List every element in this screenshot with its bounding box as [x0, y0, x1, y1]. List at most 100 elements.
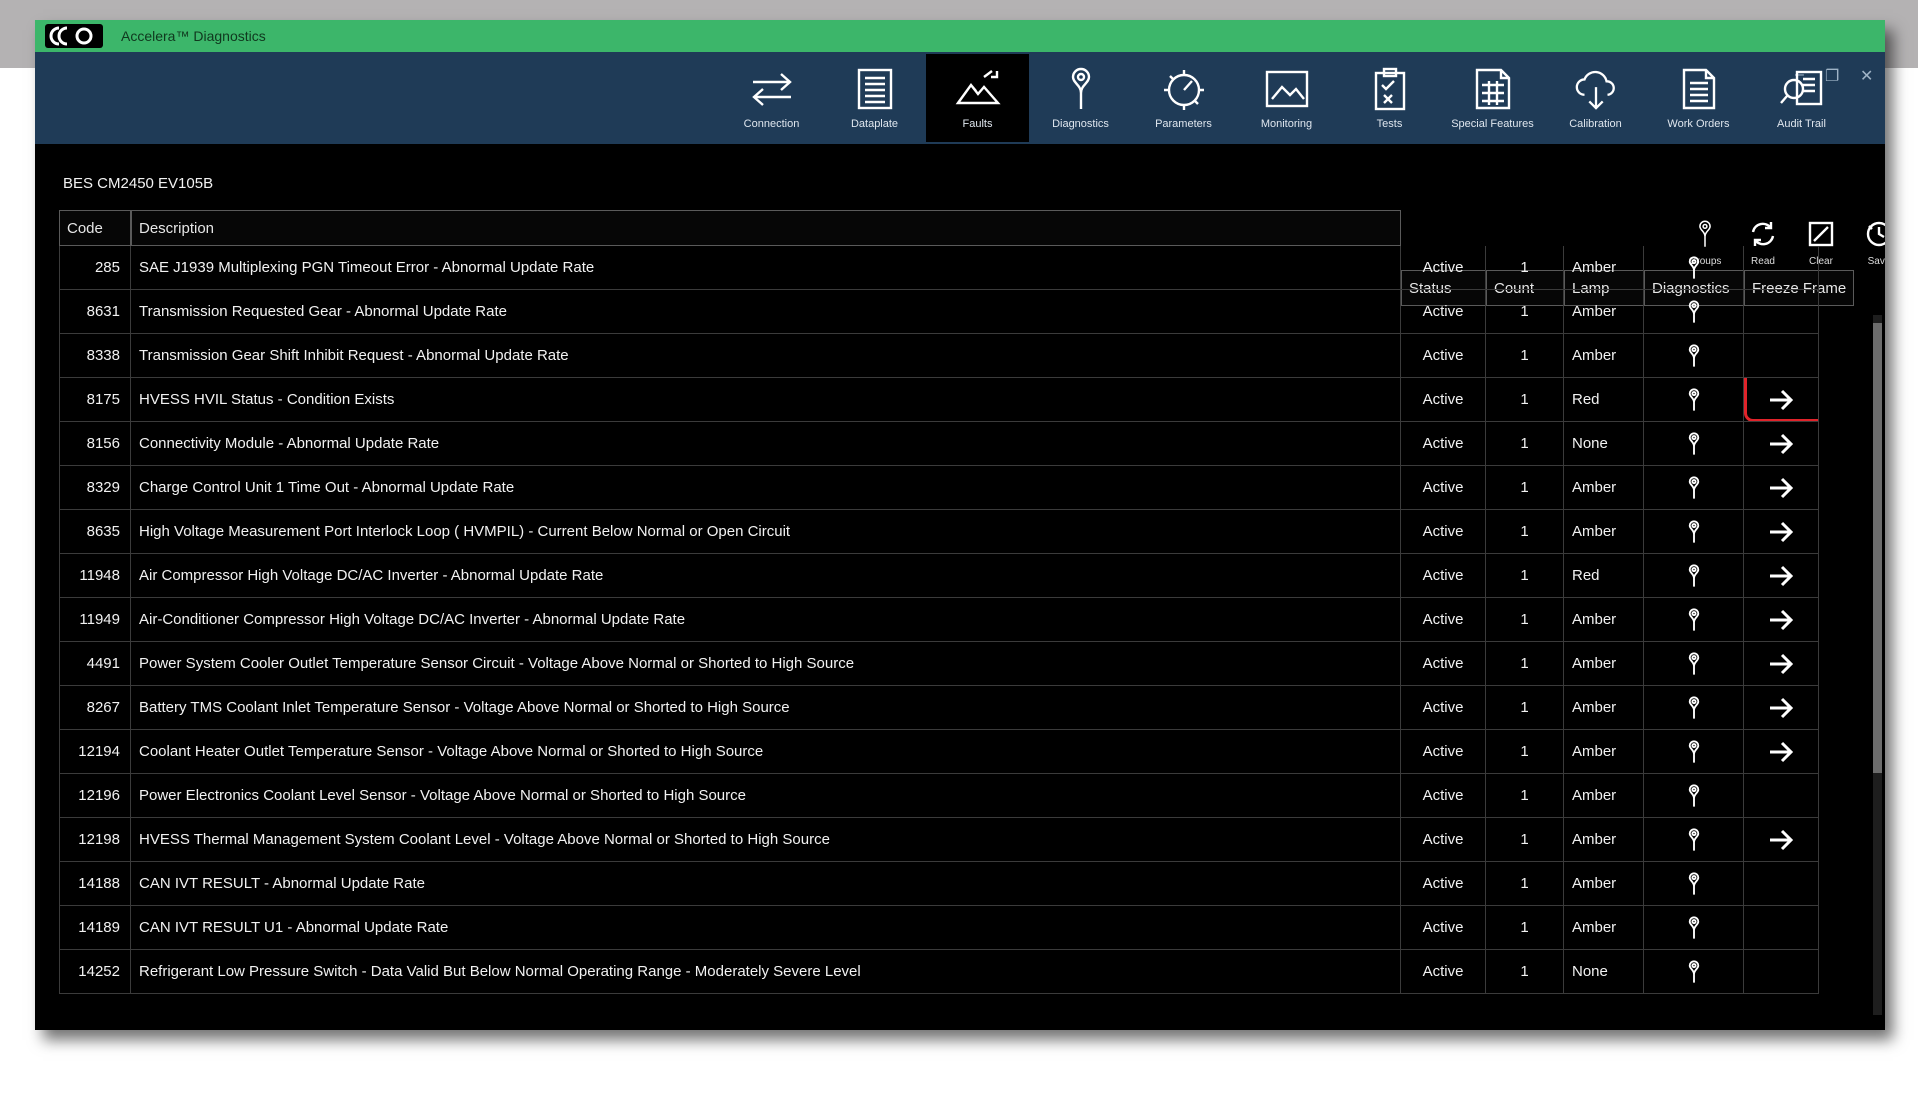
- freeze-frame-arrow-icon[interactable]: [1768, 642, 1794, 685]
- table-row[interactable]: 11948 Air Compressor High Voltage DC/AC I…: [59, 554, 1819, 598]
- table-row[interactable]: 8329 Charge Control Unit 1 Time Out - Abn…: [59, 466, 1819, 510]
- freeze-frame-arrow-icon[interactable]: [1768, 422, 1794, 465]
- diagnostics-probe-icon[interactable]: [1686, 828, 1702, 851]
- toolbar-label: Special Features: [1451, 118, 1534, 130]
- status-cell: Active: [1401, 334, 1486, 377]
- table-row[interactable]: 14252 Refrigerant Low Pressure Switch - D…: [59, 950, 1819, 994]
- table-row[interactable]: 8156 Connectivity Module - Abnormal Updat…: [59, 422, 1819, 466]
- status-cell: Active: [1401, 598, 1486, 641]
- freeze-frame-arrow-icon[interactable]: [1768, 554, 1794, 597]
- count-cell: 1: [1486, 642, 1564, 685]
- status-cell: Active: [1401, 906, 1486, 949]
- diagnostics-probe-icon[interactable]: [1686, 476, 1702, 499]
- table-row[interactable]: 285 SAE J1939 Multiplexing PGN Timeout Er…: [59, 246, 1819, 290]
- toolbar-tests-button[interactable]: Tests: [1338, 54, 1441, 142]
- table-row[interactable]: 12196 Power Electronics Coolant Level Sen…: [59, 774, 1819, 818]
- table-row[interactable]: 14188 CAN IVT RESULT - Abnormal Update Ra…: [59, 862, 1819, 906]
- diagnostics-probe-icon[interactable]: [1686, 652, 1702, 675]
- freeze-frame-cell: [1744, 378, 1819, 421]
- table-row[interactable]: 8267 Battery TMS Coolant Inlet Temperatur…: [59, 686, 1819, 730]
- toolbar-monitoring-button[interactable]: Monitoring: [1235, 54, 1338, 142]
- code-cell: 285: [59, 246, 131, 289]
- toolbar-faults-button[interactable]: Faults: [926, 54, 1029, 142]
- diagnostics-cell: [1644, 730, 1744, 773]
- freeze-frame-cell: [1744, 818, 1819, 861]
- scrollbar-thumb[interactable]: [1873, 323, 1882, 773]
- lamp-cell: Amber: [1564, 686, 1644, 729]
- lamp-cell: None: [1564, 422, 1644, 465]
- freeze-frame-cell: [1744, 730, 1819, 773]
- toolbar-workorders-button[interactable]: Work Orders: [1647, 54, 1750, 142]
- code-cell: 8175: [59, 378, 131, 421]
- freeze-frame-cell: [1744, 906, 1819, 949]
- count-cell: 1: [1486, 598, 1564, 641]
- diagnostics-probe-icon[interactable]: [1686, 784, 1702, 807]
- table-row[interactable]: 12198 HVESS Thermal Management System Coo…: [59, 818, 1819, 862]
- toolbar-calibration-button[interactable]: Calibration: [1544, 54, 1647, 142]
- table-scrollbar[interactable]: [1873, 315, 1882, 1015]
- table-row[interactable]: 8338 Transmission Gear Shift Inhibit Requ…: [59, 334, 1819, 378]
- diagnostics-probe-icon[interactable]: [1686, 344, 1702, 367]
- lamp-cell: Amber: [1564, 510, 1644, 553]
- description-cell: CAN IVT RESULT U1 - Abnormal Update Rate: [131, 906, 1401, 949]
- table-row[interactable]: 11949 Air-Conditioner Compressor High Vol…: [59, 598, 1819, 642]
- lamp-cell: Amber: [1564, 598, 1644, 641]
- toolbar-label: Diagnostics: [1052, 118, 1109, 130]
- toolbar-parameters-button[interactable]: Parameters: [1132, 54, 1235, 142]
- diagnostics-probe-icon[interactable]: [1686, 608, 1702, 631]
- column-header-description[interactable]: Description: [131, 210, 1401, 246]
- diagnostics-probe-icon[interactable]: [1686, 388, 1702, 411]
- diagnostics-probe-icon[interactable]: [1686, 872, 1702, 895]
- code-cell: 14252: [59, 950, 131, 993]
- diagnostics-probe-icon[interactable]: [1686, 564, 1702, 587]
- freeze-frame-arrow-icon[interactable]: [1768, 730, 1794, 773]
- toolbar-label: Work Orders: [1667, 118, 1730, 130]
- freeze-frame-arrow-icon[interactable]: [1768, 818, 1794, 861]
- column-header-code[interactable]: Code: [59, 210, 131, 246]
- lamp-cell: Amber: [1564, 466, 1644, 509]
- table-row[interactable]: 8175 HVESS HVIL Status - Condition Exists…: [59, 378, 1819, 422]
- freeze-frame-cell: [1744, 290, 1819, 333]
- table-row[interactable]: 14189 CAN IVT RESULT U1 - Abnormal Update…: [59, 906, 1819, 950]
- connection-arrows-icon: [749, 66, 795, 112]
- diagnostics-cell: [1644, 686, 1744, 729]
- diagnostics-cell: [1644, 378, 1744, 421]
- diagnostics-cell: [1644, 510, 1744, 553]
- table-row[interactable]: 4491 Power System Cooler Outlet Temperatu…: [59, 642, 1819, 686]
- diagnostics-probe-icon[interactable]: [1686, 916, 1702, 939]
- freeze-frame-arrow-icon[interactable]: [1768, 466, 1794, 509]
- diagnostics-probe-icon[interactable]: [1686, 300, 1702, 323]
- freeze-frame-arrow-icon[interactable]: [1744, 378, 1818, 421]
- freeze-frame-arrow-icon[interactable]: [1768, 510, 1794, 553]
- diagnostics-probe-icon[interactable]: [1686, 432, 1702, 455]
- code-cell: 8631: [59, 290, 131, 333]
- freeze-frame-arrow-icon[interactable]: [1768, 598, 1794, 641]
- toolbar-special-button[interactable]: Special Features: [1441, 54, 1544, 142]
- toolbar-connection-button[interactable]: Connection: [720, 54, 823, 142]
- table-row[interactable]: 12194 Coolant Heater Outlet Temperature S…: [59, 730, 1819, 774]
- freeze-frame-arrow-icon[interactable]: [1768, 686, 1794, 729]
- table-row[interactable]: 8631 Transmission Requested Gear - Abnorm…: [59, 290, 1819, 334]
- diagnostics-probe-icon[interactable]: [1686, 960, 1702, 983]
- diagnostics-probe-icon[interactable]: [1686, 520, 1702, 543]
- toolbar-dataplate-button[interactable]: Dataplate: [823, 54, 926, 142]
- code-cell: 8156: [59, 422, 131, 465]
- freeze-frame-cell: [1744, 510, 1819, 553]
- diagnostics-probe-icon[interactable]: [1686, 740, 1702, 763]
- save-clock-icon: [1865, 220, 1885, 256]
- toolbar-label: Tests: [1376, 118, 1403, 130]
- lamp-cell: Red: [1564, 554, 1644, 597]
- diagnostics-probe-icon[interactable]: [1686, 696, 1702, 719]
- work-orders-document-icon: [1676, 66, 1722, 112]
- code-cell: 8329: [59, 466, 131, 509]
- lamp-cell: Red: [1564, 378, 1644, 421]
- code-cell: 8338: [59, 334, 131, 377]
- parameters-gauge-icon: [1161, 66, 1207, 112]
- toolbar-diagnostics-button[interactable]: Diagnostics: [1029, 54, 1132, 142]
- count-cell: 1: [1486, 730, 1564, 773]
- diagnostics-probe-icon[interactable]: [1686, 256, 1702, 279]
- toolbar-settings-button[interactable]: Settings: [1853, 54, 1886, 142]
- table-row[interactable]: 8635 High Voltage Measurement Port Interl…: [59, 510, 1819, 554]
- description-cell: Charge Control Unit 1 Time Out - Abnorma…: [131, 466, 1401, 509]
- toolbar-audit-button[interactable]: Audit Trail: [1750, 54, 1853, 142]
